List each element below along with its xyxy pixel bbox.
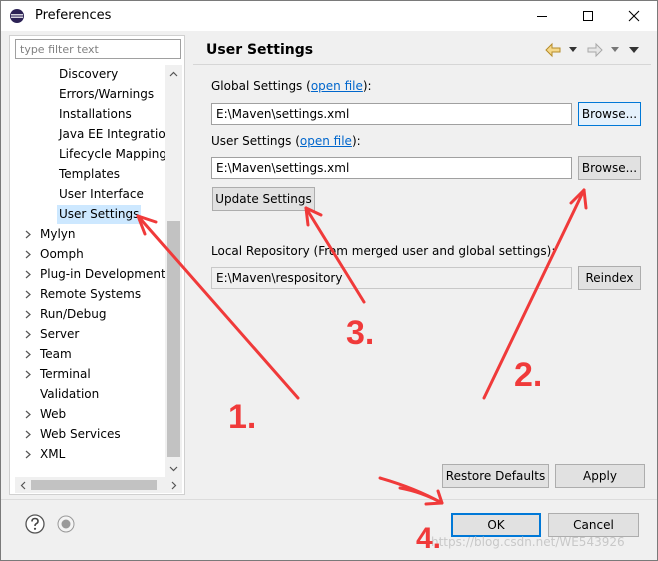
expand-arrow-icon[interactable]: [23, 325, 33, 344]
back-arrow-icon[interactable]: [545, 42, 561, 58]
expand-arrow-icon[interactable]: [23, 225, 33, 244]
tree-item-label: User Settings: [57, 205, 142, 224]
preference-tree: Discovery Errors/Warnings Installations …: [15, 65, 165, 477]
tree-item-label: Web: [40, 407, 67, 421]
filter-input[interactable]: [15, 39, 181, 59]
close-icon: [628, 10, 640, 22]
expand-arrow-icon[interactable]: [23, 265, 33, 284]
tree-horizontal-scrollbar[interactable]: [15, 477, 182, 493]
ok-button[interactable]: OK: [451, 513, 541, 537]
scroll-right-button[interactable]: [166, 477, 182, 493]
tree-item-label: Templates: [59, 167, 121, 181]
window-title: Preferences: [35, 8, 112, 23]
preferences-window: Preferences Discovery Errors/Warnings In…: [0, 0, 658, 561]
scroll-thumb[interactable]: [31, 480, 157, 490]
tree-item-label: Remote Systems: [40, 287, 142, 301]
local-repository-label: Local Repository (From merged user and g…: [211, 244, 556, 258]
expand-arrow-icon[interactable]: [23, 425, 33, 444]
tree-item-label: Errors/Warnings: [59, 87, 155, 101]
chevron-left-icon: [20, 481, 26, 489]
chevron-up-icon: [169, 71, 178, 76]
tree-item-label: Oomph: [40, 247, 84, 261]
tree-item-label: Plug-in Development: [40, 267, 165, 281]
tree-item-label: Team: [40, 347, 72, 361]
tree-item-label: Run/Debug: [40, 307, 107, 321]
user-browse-button[interactable]: Browse...: [578, 156, 641, 180]
local-repository-input: E:\Maven\respository: [211, 267, 572, 289]
footer-separator: [1, 499, 657, 500]
tree-item-label: Java EE Integration: [59, 127, 165, 141]
forward-arrow-icon[interactable]: [587, 42, 603, 58]
global-open-file-link[interactable]: open file: [311, 79, 363, 93]
maximize-icon: [583, 11, 593, 21]
minimize-icon: [537, 16, 547, 17]
eclipse-app-icon: [10, 9, 24, 23]
user-open-file-link[interactable]: open file: [300, 134, 352, 148]
minimize-button[interactable]: [519, 1, 565, 31]
close-button[interactable]: [611, 1, 657, 31]
tree-item-label: XML: [40, 447, 66, 461]
scroll-up-button[interactable]: [165, 65, 182, 82]
scroll-thumb[interactable]: [167, 221, 180, 457]
global-settings-label: Global Settings (open file):: [211, 79, 372, 93]
page-title: User Settings: [206, 42, 314, 58]
back-dropdown-icon[interactable]: [569, 47, 577, 53]
expand-arrow-icon[interactable]: [23, 285, 33, 304]
maximize-button[interactable]: [565, 1, 611, 31]
tree-item-label: Terminal: [40, 367, 91, 381]
tree-item-label: Validation: [40, 387, 100, 401]
user-settings-input[interactable]: E:\Maven\settings.xml: [211, 157, 572, 179]
expand-arrow-icon[interactable]: [23, 405, 33, 424]
record-icon[interactable]: [57, 515, 75, 533]
global-browse-button[interactable]: Browse...: [578, 102, 641, 126]
tree-item-label: Web Services: [40, 427, 121, 441]
global-settings-input[interactable]: E:\Maven\settings.xml: [211, 103, 572, 125]
watermark: https://blog.csdn.net/WE543926: [431, 535, 625, 549]
forward-dropdown-icon[interactable]: [611, 47, 619, 53]
expand-arrow-icon[interactable]: [23, 445, 33, 464]
tree-item-label: Lifecycle Mappings: [59, 147, 165, 161]
page-navigation: [545, 41, 645, 59]
tree-item-label: Discovery: [59, 67, 119, 81]
apply-button[interactable]: Apply: [555, 464, 645, 488]
scroll-left-button[interactable]: [15, 477, 31, 493]
update-settings-button[interactable]: Update Settings: [212, 187, 315, 211]
expand-arrow-icon[interactable]: [23, 245, 33, 264]
tree-item-label: Installations: [59, 107, 132, 121]
tree-vertical-scrollbar[interactable]: [165, 65, 182, 477]
title-bar[interactable]: Preferences: [1, 1, 657, 31]
tree-item-label: User Interface: [59, 187, 144, 201]
header-separator: [193, 64, 651, 65]
restore-defaults-button[interactable]: Restore Defaults: [442, 464, 549, 488]
chevron-down-icon: [169, 466, 178, 471]
reindex-button[interactable]: Reindex: [578, 266, 641, 290]
user-settings-label: User Settings (open file):: [211, 134, 361, 148]
help-icon[interactable]: [25, 514, 45, 534]
view-menu-icon[interactable]: [629, 47, 639, 53]
scroll-down-button[interactable]: [165, 460, 182, 477]
tree-item-label: Server: [40, 327, 80, 341]
cancel-button[interactable]: Cancel: [548, 513, 639, 537]
tree-item-label: Mylyn: [40, 227, 76, 241]
expand-arrow-icon[interactable]: [23, 305, 33, 324]
expand-arrow-icon[interactable]: [23, 345, 33, 364]
expand-arrow-icon[interactable]: [23, 365, 33, 384]
chevron-right-icon: [171, 481, 177, 489]
